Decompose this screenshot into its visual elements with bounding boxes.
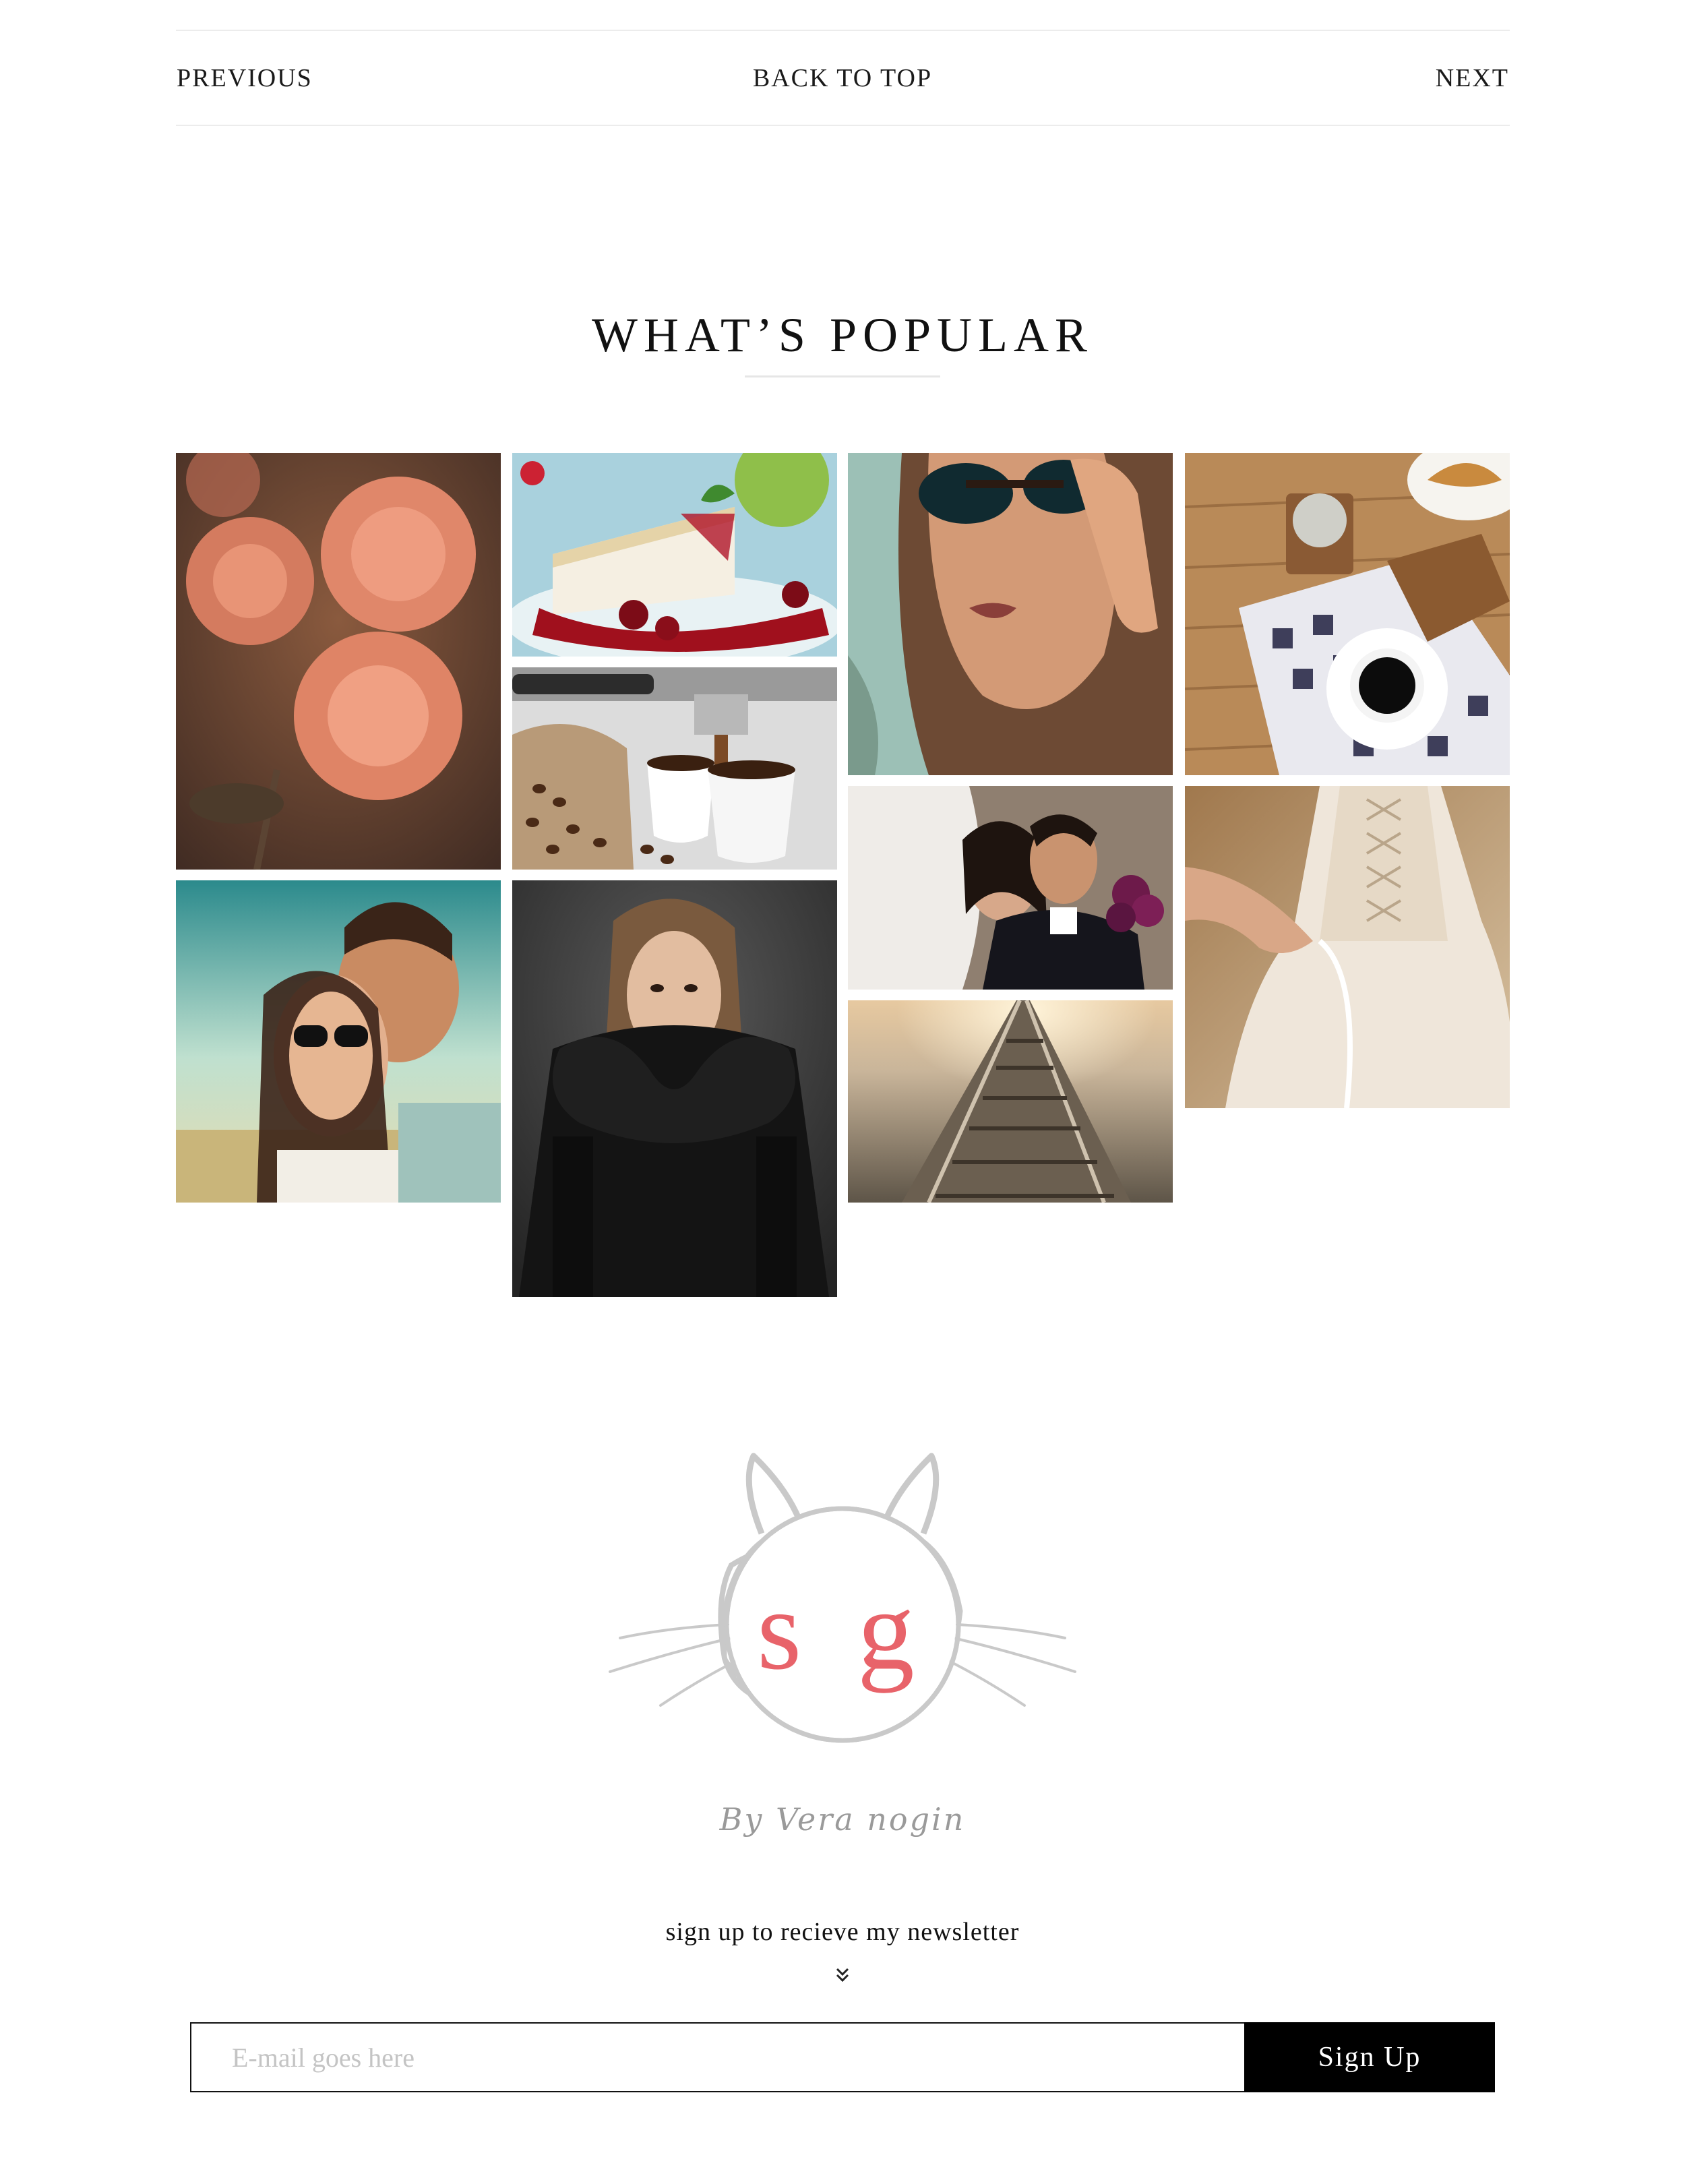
logo-signature: By Vera nogin (719, 1801, 966, 1838)
popular-fur-coat[interactable] (512, 880, 837, 1297)
back-to-top-link[interactable]: BACK TO TOP (753, 64, 932, 92)
sign-up-button[interactable]: Sign Up (1244, 2022, 1495, 2092)
newsletter-heading: sign up to recieve my newsletter (665, 1918, 1020, 1946)
next-post-link[interactable]: NEXT (1436, 62, 1509, 94)
newsletter-signup-form: Sign Up (190, 2022, 1495, 2092)
logo-monogram: s g (757, 1567, 928, 1693)
title-underline (745, 375, 940, 377)
top-divider (176, 30, 1510, 31)
popular-coffee-table[interactable] (1185, 453, 1510, 775)
site-logo[interactable]: s g By Vera nogin (607, 1443, 1078, 1867)
popular-roses[interactable] (176, 453, 501, 870)
previous-post-link[interactable]: PREVIOUS (177, 62, 313, 94)
nav-bottom-divider (176, 125, 1510, 126)
popular-railroad[interactable] (848, 1000, 1173, 1203)
popular-sunglasses-woman[interactable] (848, 453, 1173, 775)
email-input[interactable] (190, 2022, 1244, 2092)
popular-cheesecake[interactable] (512, 453, 837, 657)
popular-couple-sunglasses[interactable] (176, 880, 501, 1203)
popular-espresso[interactable] (512, 667, 837, 870)
popular-section-title: WHAT’S POPULAR (591, 308, 1094, 362)
double-chevron-down-icon (836, 1968, 849, 1982)
popular-wedding-couple[interactable] (848, 786, 1173, 990)
popular-wedding-dress[interactable] (1185, 786, 1510, 1108)
